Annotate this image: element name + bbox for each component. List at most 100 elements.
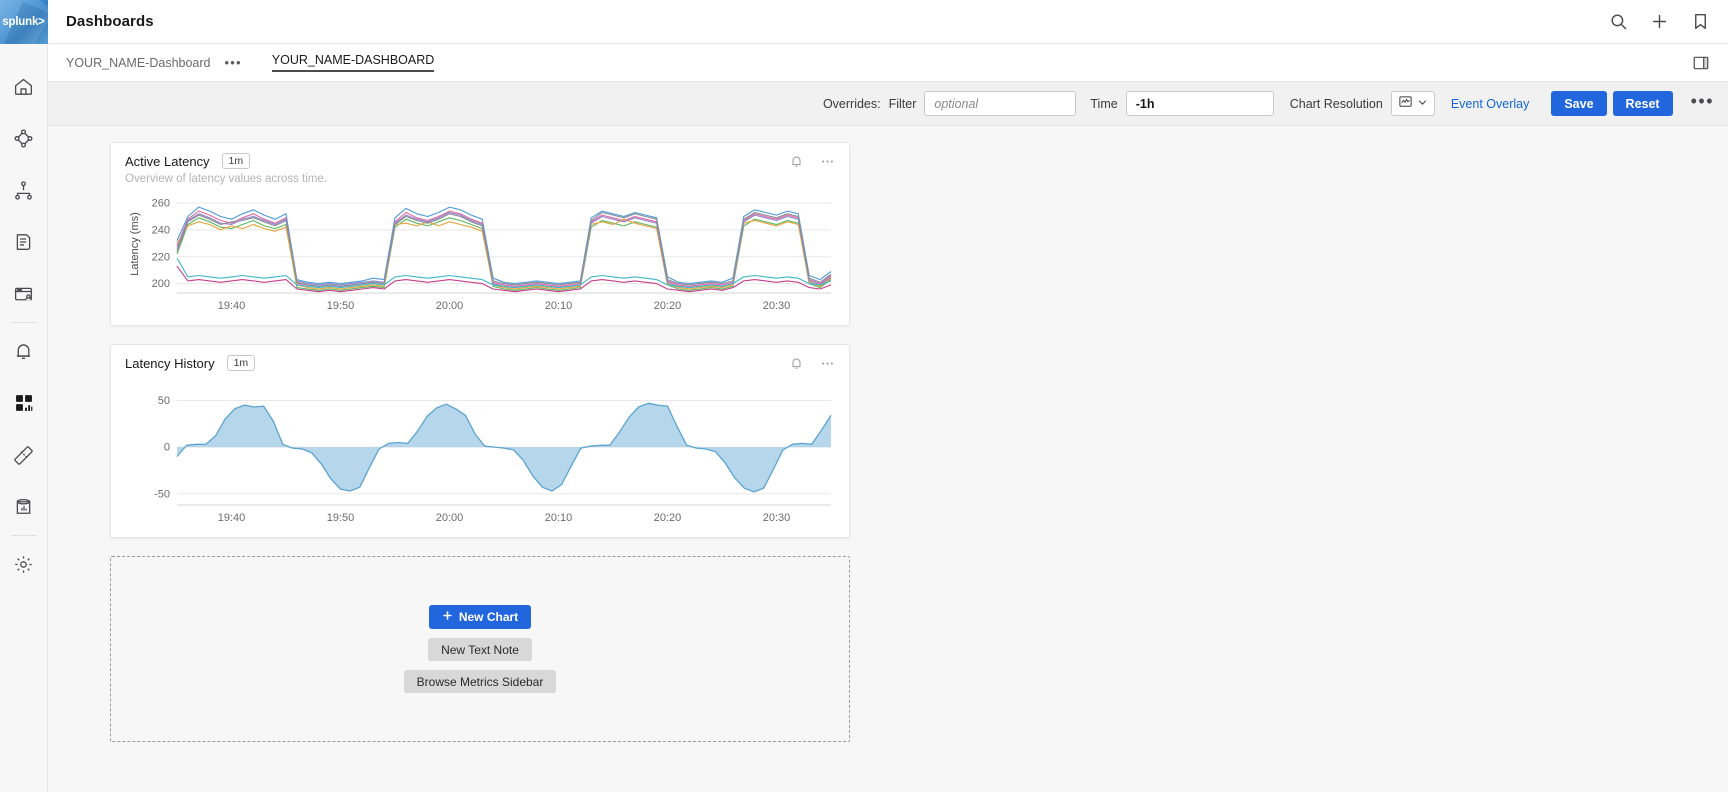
chevron-down-icon	[1417, 95, 1428, 113]
svg-text:19:40: 19:40	[218, 512, 246, 524]
svg-text:Latency (ms): Latency (ms)	[129, 212, 141, 276]
svg-text:20:30: 20:30	[763, 300, 791, 312]
svg-text:20:00: 20:00	[436, 512, 464, 524]
sidebar-item-dashboards[interactable]	[0, 377, 48, 429]
main-column: Dashboards	[48, 0, 1728, 792]
panel-title: Active Latency	[125, 154, 210, 169]
svg-text:0: 0	[164, 442, 170, 454]
sidebar-item-data-management[interactable]	[0, 481, 48, 533]
chart-resolution-label: Chart Resolution	[1290, 97, 1383, 111]
sidebar-item-alerts[interactable]	[0, 325, 48, 377]
bell-icon[interactable]	[789, 356, 804, 371]
save-button[interactable]: Save	[1551, 91, 1606, 116]
svg-text:20:20: 20:20	[654, 512, 682, 524]
dashboards-grid-icon	[14, 393, 34, 413]
new-text-note-button[interactable]: New Text Note	[428, 638, 532, 661]
home-icon	[13, 76, 34, 97]
rum-icon	[13, 284, 34, 305]
new-chart-label: New Chart	[459, 610, 518, 624]
sidebar-item-metrics[interactable]	[0, 429, 48, 481]
time-label: Time	[1090, 97, 1117, 111]
svg-text:-50: -50	[154, 488, 170, 500]
sidebar-item-infrastructure[interactable]	[0, 164, 48, 216]
panel-resolution-badge: 1m	[227, 355, 256, 371]
sidebar-icon-list	[0, 44, 47, 590]
panel-resolution-badge: 1m	[222, 153, 251, 169]
panel-subtitle: Overview of latency values across time.	[125, 173, 835, 185]
time-group: Time	[1090, 91, 1273, 116]
splunk-logo-text: splunk>	[2, 16, 44, 28]
ruler-icon	[13, 445, 34, 466]
panel-header-actions	[789, 154, 835, 169]
sidebar-divider-2	[11, 535, 37, 536]
sidebar-item-home[interactable]	[0, 60, 48, 112]
top-header-actions	[1609, 12, 1710, 31]
tab-your-name-dashboard[interactable]: YOUR_NAME-DASHBOARD	[272, 53, 435, 72]
filter-label: Filter	[889, 97, 917, 111]
database-icon	[13, 497, 34, 518]
panel-active-latency: Active Latency 1m	[110, 142, 850, 326]
svg-text:20:30: 20:30	[763, 512, 791, 524]
svg-text:20:00: 20:00	[436, 300, 464, 312]
dashboard-toolbar: Overrides: Filter Time Chart Resolution	[48, 82, 1728, 126]
svg-text:19:50: 19:50	[327, 512, 355, 524]
sidebar-toggle-icon[interactable]	[1692, 54, 1710, 72]
breadcrumb-overflow-menu[interactable]: •••	[225, 55, 242, 70]
event-overlay-link[interactable]: Event Overlay	[1451, 97, 1530, 111]
panel-latency-history: Latency History 1m	[110, 344, 850, 538]
search-icon[interactable]	[1609, 12, 1628, 31]
app-root: splunk>	[0, 0, 1728, 792]
chart-resolution-icon	[1398, 94, 1413, 114]
new-chart-button[interactable]: New Chart	[429, 605, 531, 629]
svg-text:20:10: 20:10	[545, 300, 573, 312]
sidebar-divider-1	[11, 322, 37, 323]
sidebar-item-rum[interactable]	[0, 268, 48, 320]
svg-text:19:40: 19:40	[218, 300, 246, 312]
bell-icon[interactable]	[789, 154, 804, 169]
toolbar-more-menu[interactable]: •••	[1691, 92, 1714, 116]
svg-text:19:50: 19:50	[327, 300, 355, 312]
splunk-logo[interactable]: splunk>	[0, 0, 48, 44]
overrides-label: Overrides:	[823, 97, 881, 111]
panel-header: Active Latency 1m	[125, 153, 835, 169]
panel-menu-icon[interactable]	[820, 154, 835, 169]
chart-active-latency[interactable]: 200 220 240 260 19:40 19:50 20:00 20:10 20:20 20:…	[125, 189, 835, 319]
plus-icon	[442, 610, 453, 624]
dashboard-canvas: Active Latency 1m	[48, 126, 1728, 792]
panel-title: Latency History	[125, 356, 215, 371]
chart-latency-history[interactable]: -50 0 50 19:40 19:50 20:00 20:10 20:20 20:30	[125, 385, 835, 531]
dashboard-tab-bar: YOUR_NAME-Dashboard ••• YOUR_NAME-DASHBO…	[48, 44, 1728, 82]
svg-text:260: 260	[152, 198, 170, 210]
area-chart-svg: -50 0 50 19:40 19:50 20:00 20:10 20:20 20:30	[125, 385, 837, 531]
time-range-input[interactable]	[1126, 91, 1274, 116]
overrides-group: Overrides: Filter	[823, 91, 1076, 116]
svg-text:20:20: 20:20	[654, 300, 682, 312]
top-header-bar: Dashboards	[48, 0, 1728, 44]
add-panel-dropzone[interactable]: New Chart New Text Note Browse Metrics S…	[110, 556, 850, 742]
chart-resolution-group: Chart Resolution	[1290, 91, 1435, 116]
bookmark-icon[interactable]	[1691, 12, 1710, 31]
sidebar-item-settings[interactable]	[0, 538, 48, 590]
sidebar-item-navigators[interactable]	[0, 112, 48, 164]
svg-text:50: 50	[158, 395, 170, 407]
panel-menu-icon[interactable]	[820, 356, 835, 371]
plus-icon[interactable]	[1650, 12, 1669, 31]
sidebar-item-log-observer[interactable]	[0, 216, 48, 268]
chart-resolution-select[interactable]	[1391, 91, 1435, 116]
line-chart-svg: 200 220 240 260 19:40 19:50 20:00 20:10 20:20 20:…	[125, 189, 837, 319]
gear-icon	[13, 554, 34, 575]
left-nav-sidebar: splunk>	[0, 0, 48, 792]
panel-header: Latency History 1m	[125, 355, 835, 371]
reset-button[interactable]: Reset	[1613, 91, 1673, 116]
svg-text:220: 220	[152, 251, 170, 263]
breadcrumb[interactable]: YOUR_NAME-Dashboard	[66, 56, 211, 70]
svg-text:200: 200	[152, 278, 170, 290]
svg-text:20:10: 20:10	[545, 512, 573, 524]
navigator-icon	[13, 128, 34, 149]
hierarchy-icon	[13, 180, 34, 201]
browse-metrics-sidebar-button[interactable]: Browse Metrics Sidebar	[404, 670, 557, 693]
alerts-bell-icon	[13, 341, 34, 362]
log-observer-icon	[13, 232, 34, 253]
filter-input[interactable]	[924, 91, 1076, 116]
svg-text:240: 240	[152, 225, 170, 237]
